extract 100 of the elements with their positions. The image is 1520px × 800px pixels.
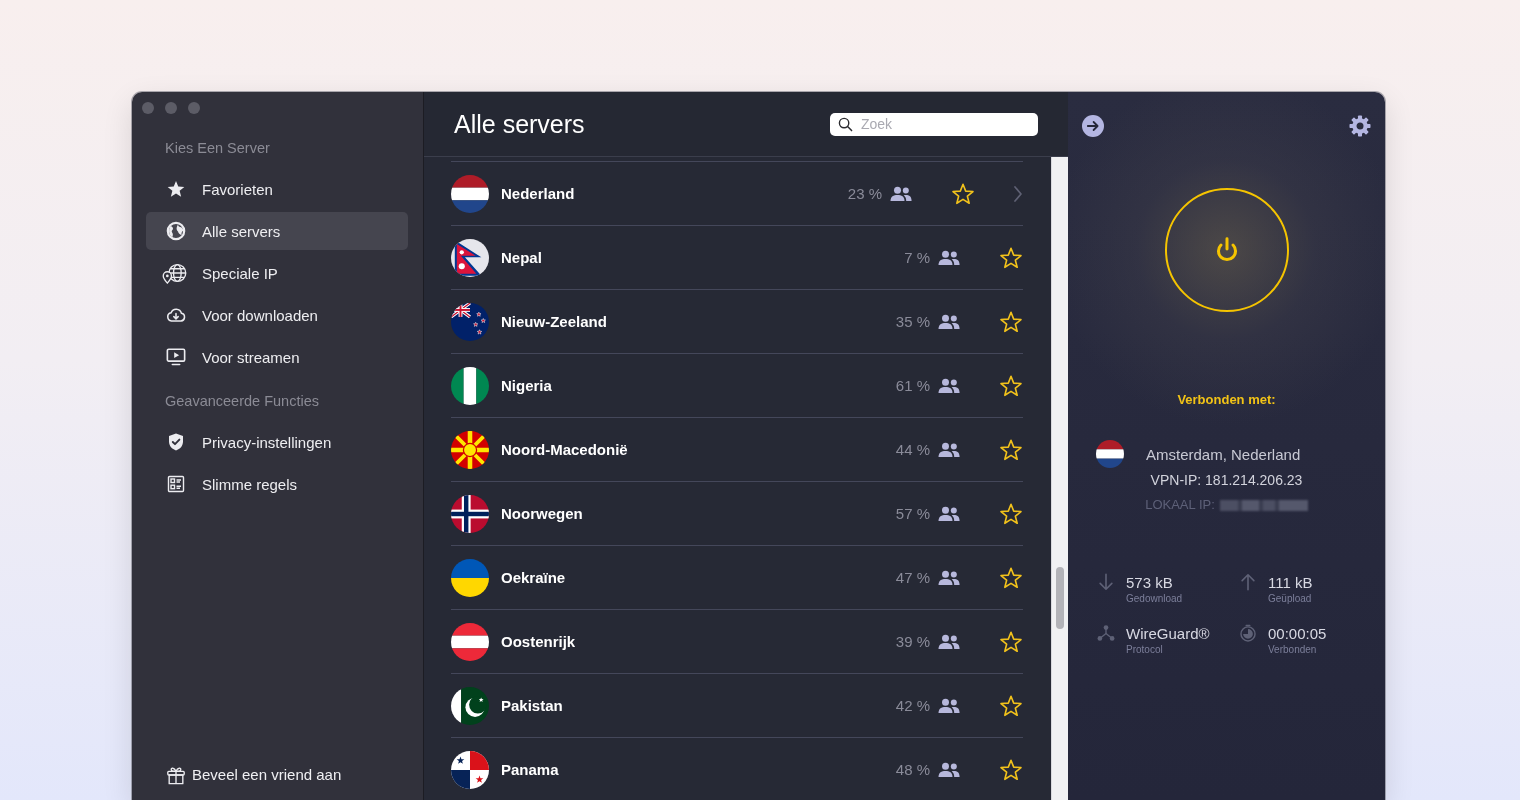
server-name: Pakistan (501, 697, 564, 714)
users-icon (937, 569, 961, 586)
chevron-right-icon[interactable] (1013, 184, 1023, 203)
sidebar-item[interactable]: Speciale IP (146, 254, 408, 292)
sidebar-item[interactable]: Favorieten (146, 170, 408, 208)
server-name: Oekraïne (501, 569, 567, 586)
star-icon[interactable] (999, 565, 1023, 590)
list-icon (166, 474, 186, 494)
users-icon (937, 249, 961, 266)
page-title: Alle servers (454, 109, 585, 139)
stat-label: Gedownload (1126, 593, 1183, 605)
stat-value: 111 kB (1268, 574, 1313, 591)
star-icon[interactable] (999, 309, 1023, 334)
server-name: Panama (501, 761, 560, 778)
sidebar-item[interactable]: Privacy-instellingen (146, 423, 408, 461)
users-icon (937, 505, 961, 522)
server-row[interactable]: Oostenrijk 39 % (451, 609, 1023, 673)
search-field[interactable]: Zoek (830, 112, 1038, 136)
server-name: Nederland (501, 185, 576, 202)
server-row[interactable]: Panama 48 % (451, 737, 1023, 800)
section-heading: Kies Een Server (165, 139, 270, 157)
local-ip-label: LOKAAL IP: (1145, 497, 1215, 513)
flag-icon (451, 622, 489, 661)
star-icon[interactable] (999, 501, 1023, 526)
users-icon (889, 185, 913, 202)
power-button[interactable] (1164, 188, 1289, 312)
server-name: Noorwegen (501, 505, 584, 522)
star-icon (166, 179, 186, 199)
section-heading: Geavanceerde Functies (165, 392, 319, 410)
server-load: 44 % (895, 441, 930, 458)
server-row[interactable]: Nieuw-Zeeland 35 % (451, 289, 1023, 353)
flag-icon (1096, 440, 1124, 468)
users-icon (937, 761, 961, 778)
users-icon (937, 377, 961, 394)
server-row[interactable]: Noord-Macedonië 44 % (451, 417, 1023, 481)
sidebar-item[interactable]: Slimme regels (146, 465, 408, 503)
connection-status: Verbonden met: (1177, 392, 1276, 408)
server-load: 7 % (904, 249, 930, 266)
users-icon (937, 313, 961, 330)
scrollbar-thumb[interactable] (1056, 567, 1064, 629)
server-row[interactable]: Noorwegen 57 % (451, 481, 1023, 545)
star-icon[interactable] (999, 437, 1023, 462)
sidebar-item[interactable]: Alle servers (146, 212, 408, 250)
stat-label: Verbonden (1268, 644, 1318, 656)
stat-label: Protocol (1126, 644, 1164, 656)
server-name: Nigeria (501, 377, 553, 394)
globe-pin-icon (161, 262, 188, 284)
users-icon (937, 697, 961, 714)
server-name: Oostenrijk (501, 633, 577, 650)
server-load: 42 % (895, 697, 930, 714)
stat-label: Geüpload (1268, 593, 1313, 605)
flag-icon (451, 750, 489, 789)
play-screen-icon (166, 347, 186, 367)
server-load: 48 % (895, 761, 930, 778)
server-load: 39 % (895, 633, 930, 650)
network-nodes-icon (1097, 624, 1115, 642)
flag-icon (451, 302, 489, 341)
server-row[interactable]: Nepal 7 % (451, 225, 1023, 289)
stat-value: WireGuard® (1126, 625, 1210, 642)
server-name: Nepal (501, 249, 543, 266)
flag-icon (451, 686, 489, 725)
star-icon[interactable] (999, 757, 1023, 782)
gift-icon (166, 765, 186, 785)
flag-icon (451, 174, 489, 213)
flag-icon (451, 238, 489, 277)
flag-icon (451, 494, 489, 533)
search-icon (838, 116, 853, 132)
flag-icon (451, 558, 489, 597)
invite-link[interactable]: Beveel een vriend aan (166, 765, 342, 785)
star-icon[interactable] (951, 181, 975, 206)
arrow-up-icon (1239, 573, 1257, 591)
globe-icon (166, 221, 186, 241)
arrow-right-icon[interactable] (1082, 115, 1104, 137)
server-load: 47 % (895, 569, 930, 586)
sidebar-item[interactable]: Voor downloaden (146, 296, 408, 334)
flag-icon (451, 366, 489, 405)
server-name: Noord-Macedonië (501, 441, 629, 458)
arrow-down-icon (1097, 573, 1115, 591)
server-row[interactable]: Nigeria 61 % (451, 353, 1023, 417)
server-row[interactable]: Nederland 23 % (451, 161, 1023, 225)
star-icon[interactable] (999, 629, 1023, 654)
server-row[interactable]: Oekraïne 47 % (451, 545, 1023, 609)
users-icon (937, 633, 961, 650)
server-row[interactable]: Pakistan 42 % (451, 673, 1023, 737)
users-icon (937, 441, 961, 458)
server-load: 61 % (895, 377, 930, 394)
server-load: 57 % (895, 505, 930, 522)
stat-value: 573 kB (1126, 574, 1174, 591)
vpn-ip-text: VPN-IP: 181.214.206.23 (1150, 472, 1303, 489)
server-name: Nieuw-Zeeland (501, 313, 608, 330)
star-icon[interactable] (999, 693, 1023, 718)
stopwatch-icon (1239, 624, 1257, 642)
shield-check-icon (166, 432, 186, 452)
star-icon[interactable] (999, 245, 1023, 270)
flag-icon (451, 430, 489, 469)
settings-icon[interactable] (1349, 115, 1371, 137)
server-load: 35 % (895, 313, 930, 330)
server-load: 23 % (847, 185, 882, 202)
sidebar-item[interactable]: Voor streamen (146, 338, 408, 376)
star-icon[interactable] (999, 373, 1023, 398)
